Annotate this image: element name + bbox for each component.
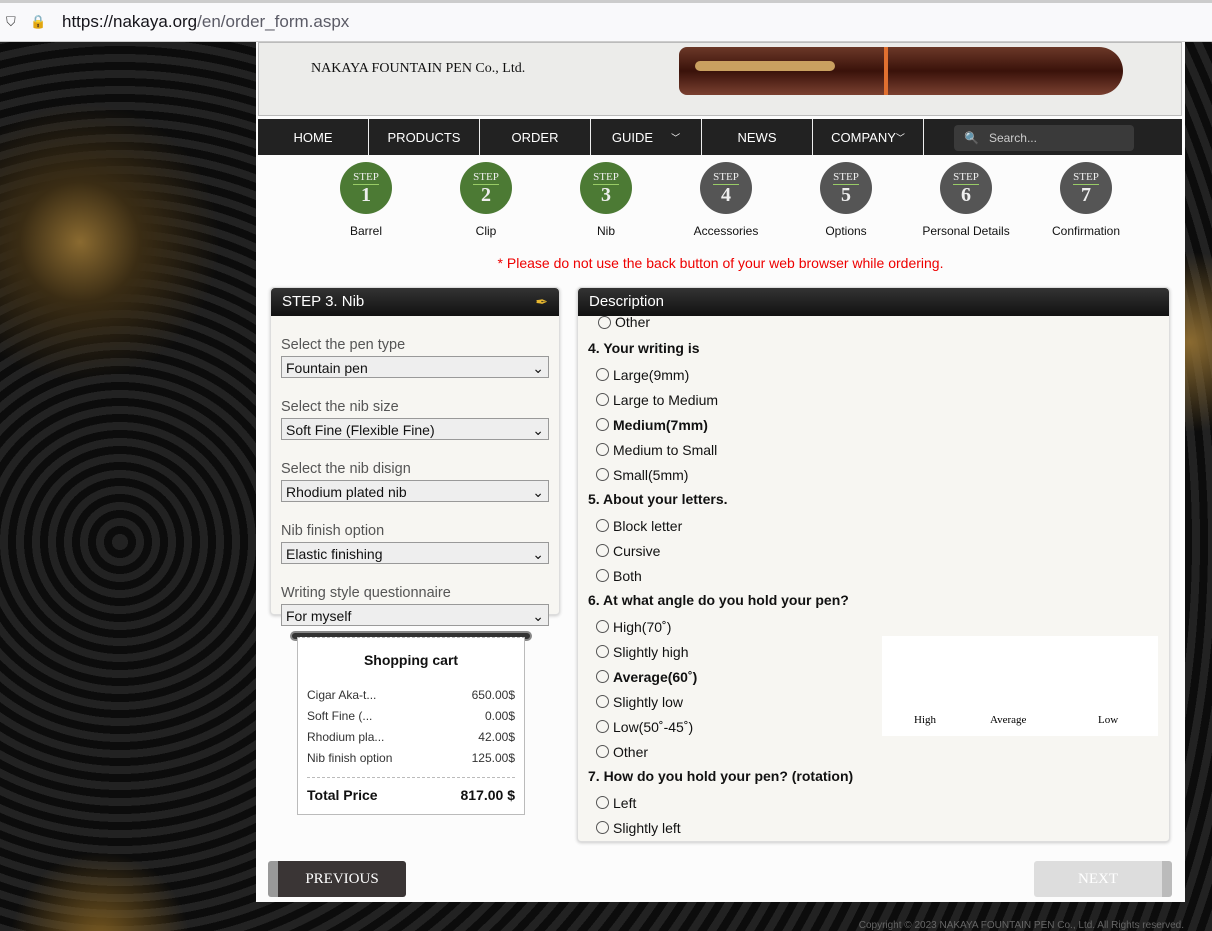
next-button[interactable]: NEXT [1034,861,1172,897]
chevron-down-icon: ﹀ [671,132,681,143]
nav-company[interactable]: COMPANY ﹀ [813,119,924,155]
question: 7. How do you hold your pen? (rotation) [588,768,854,784]
warning-message: * Please do not use the back button of y… [497,255,944,271]
radio-option[interactable]: Large to Medium [588,387,1159,412]
footer-copyright: Copyright © 2023 NAKAYA FOUNTAIN PEN Co.… [858,920,1184,931]
panel-header: Description [578,288,1169,316]
pen-type-select[interactable]: Fountain pen ⌄ [281,356,549,378]
pen-image [679,47,1123,95]
nav-news[interactable]: NEWS [702,119,813,155]
radio-option[interactable]: Other [588,739,1159,764]
chevron-down-icon: ⌄ [532,484,544,500]
shield-icon: ⛉ [6,14,16,29]
pen-icon: ✒ [535,294,548,311]
step-1[interactable]: STEP 1 Barrel [306,162,426,238]
nav-products[interactable]: PRODUCTS [369,119,480,155]
question: 4. Your writing is [588,340,700,356]
radio-option[interactable]: Block letter [588,513,1159,538]
shopping-cart: Shopping cart Cigar Aka-t... 650.00$ Soft… [297,637,525,815]
cart-item: Cigar Aka-t... 650.00$ [307,688,515,702]
nav-order[interactable]: ORDER [480,119,591,155]
lock-icon: 🔒 [30,14,47,29]
radio-option[interactable]: Medium(7mm) [588,412,1159,437]
radio-option[interactable]: Large(9mm) [588,362,1159,387]
order-page: NAKAYA FOUNTAIN PEN Co., Ltd. HOME PRODU… [256,42,1185,902]
step-4: STEP 4 Accessories [666,162,786,238]
company-logo: NAKAYA FOUNTAIN PEN Co., Ltd. [311,61,526,76]
nav-home[interactable]: HOME [258,119,369,155]
address-bar[interactable]: ⛉ 🔒 https://nakaya.org/en/order_form.asp… [0,0,1212,42]
chevron-down-icon: ⌄ [532,608,544,624]
nib-finish-select[interactable]: Elastic finishing ⌄ [281,542,549,564]
step-indicator: STEP 1 Barrel STEP 2 Clip STEP 3 Nib STEP 4 Acce… [306,162,1146,238]
previous-button[interactable]: PREVIOUS [268,861,406,897]
nav-guide[interactable]: GUIDE ﹀ [591,119,702,155]
radio-option[interactable]: Cursive [588,538,1159,563]
cart-title: Shopping cart [363,652,459,668]
chevron-down-icon: ⌄ [532,422,544,438]
nib-size-select[interactable]: Soft Fine (Flexible Fine) ⌄ [281,418,549,440]
main-nav: HOME PRODUCTS ORDER GUIDE ﹀ NEWS COMPANY ﹀… [258,119,1182,155]
panel-header: STEP 3. Nib ✒ [271,288,559,316]
radio-option[interactable]: Medium to Small [588,437,1159,462]
question: 6. At what angle do you hold your pen? [588,592,849,608]
radio-option[interactable]: Small(5mm) [588,462,1159,487]
search-icon: 🔍 [964,131,979,145]
question: 5. About your letters. [588,491,728,507]
nib-form-panel: STEP 3. Nib ✒ Select the pen type Fountai… [270,287,560,626]
chevron-down-icon: ⌄ [532,360,544,376]
pen-angle-illustration: High Average Low [882,636,1158,736]
banner: NAKAYA FOUNTAIN PEN Co., Ltd. [258,42,1182,116]
step-2[interactable]: STEP 2 Clip [426,162,546,238]
field-label: Writing style questionnaire [281,585,451,601]
cart-total: Total Price 817.00 $ [307,777,515,803]
field-label: Select the nib disign [281,461,411,477]
field-label: Select the nib size [281,399,399,415]
radio-other[interactable]: Other [590,314,1159,330]
nib-design-select[interactable]: Rhodium plated nib ⌄ [281,480,549,502]
questionnaire-select[interactable]: For myself ⌄ [281,604,549,626]
cart-item: Soft Fine (... 0.00$ [307,709,515,723]
step-5: STEP 5 Options [786,162,906,238]
step-3[interactable]: STEP 3 Nib [546,162,666,238]
chevron-down-icon: ﹀ [895,132,905,143]
field-label: Nib finish option [281,523,385,539]
cart-item: Nib finish option 125.00$ [307,751,515,765]
description-panel[interactable]: Description Other 4. Your writing is Lar… [577,287,1170,842]
url-text[interactable]: https://nakaya.org/en/order_form.aspx [62,12,349,32]
cart-item: Rhodium pla... 42.00$ [307,730,515,744]
chevron-down-icon: ⌄ [532,546,544,562]
field-label: Select the pen type [281,337,406,353]
radio-option[interactable]: Left [588,790,1159,815]
search-input[interactable]: 🔍 Search... [954,125,1134,151]
radio-option[interactable]: Both [588,563,1159,588]
step-6: STEP 6 Personal Details [906,162,1026,238]
step-7: STEP 7 Confirmation [1026,162,1146,238]
radio-option[interactable]: Slightly left [588,815,1159,840]
